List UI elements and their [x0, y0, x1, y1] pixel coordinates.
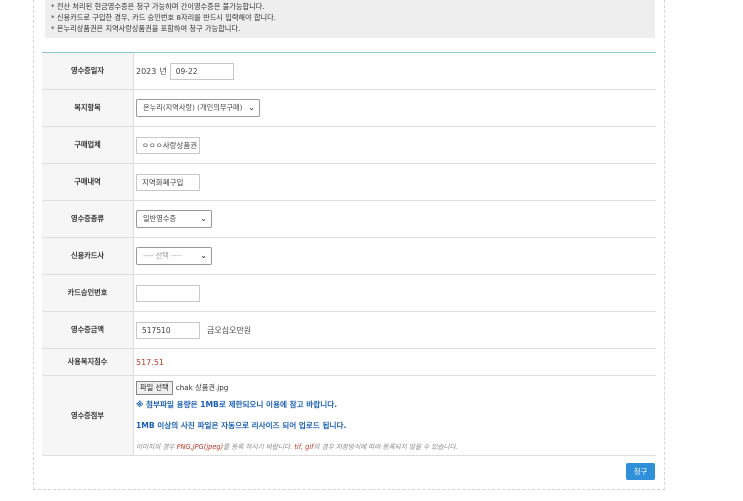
hint-tif-gif: tif, gif [294, 442, 314, 451]
label-vendor: 구매업체 [42, 127, 134, 163]
row-purchase-detail: 구매내역 지역화폐구입 [42, 164, 656, 201]
notice-box: * 전산 처리된 현금영수증은 청구 가능하며 간이영수증은 불가능합니다. *… [45, 0, 655, 38]
receipt-type-select[interactable]: 일반영수증 ⌄ [136, 210, 212, 228]
year-unit: 년 [159, 66, 167, 76]
notice-line: * 전산 처리된 현금영수증은 청구 가능하며 간이영수증은 불가능합니다. [51, 2, 265, 11]
hint-png-jpg: PNG,JPG(jpeg) [176, 442, 224, 451]
date-input[interactable]: 09-22 [169, 62, 234, 80]
row-card-company: 신용카드사 ---- 선택 ---- ⌄ [42, 238, 656, 275]
receipt-type-selected: 일반영수증 [143, 214, 177, 223]
attachment-note-size: ※ 첨부파일 용량은 1MB로 제한되오니 이용에 참고 바랍니다. [136, 399, 338, 409]
label-receipt-type: 영수증종류 [42, 201, 134, 237]
submit-claim-button[interactable]: 청구 [626, 463, 655, 480]
hint-mid: 를 등록 하시기 바랍니다. [223, 442, 293, 451]
chevron-down-icon: ⌄ [200, 214, 207, 223]
row-receipt-date: 영수증일자 2023 년 09-22 [42, 53, 656, 90]
row-welfare-item: 복지항목 온누리(지역사랑) (개인의무구매) ⌄ [42, 90, 656, 127]
file-select-button[interactable]: 파일 선택 [136, 380, 173, 395]
welfare-item-selected: 온누리(지역사랑) (개인의무구매) [143, 103, 243, 112]
notice-line: * 신용카드로 구입한 경우, 카드 승인번호 8자리를 반드시 입력해야 합니… [51, 13, 277, 22]
label-attachment: 영수증첨부 [42, 376, 134, 455]
file-name: chak 상품권.jpg [175, 382, 229, 392]
notice-line: * 온누리상품권은 지역사랑상품권을 포함하여 청구 가능합니다. [51, 24, 241, 33]
label-welfare-item: 복지항목 [42, 90, 134, 126]
chevron-down-icon: ⌄ [248, 103, 255, 112]
card-company-selected: ---- 선택 ---- [143, 251, 182, 260]
label-used-points: 사용복지점수 [42, 349, 134, 375]
row-card-approval: 카드승인번호 [42, 275, 656, 312]
attachment-format-hint: 이미지의 경우 PNG,JPG(jpeg)를 등록 하시기 바랍니다. tif,… [136, 441, 458, 451]
receipt-amount-input[interactable]: 517510 [136, 321, 200, 339]
row-receipt-amount: 영수증금액 517510 금오십오만원 [42, 312, 656, 349]
hint-prefix: 이미지의 경우 [136, 442, 175, 451]
row-vendor: 구매업체 ㅇㅇㅇ사랑상품권 [42, 127, 656, 164]
label-receipt-date: 영수증일자 [42, 53, 134, 89]
used-points-value: 517.51 [136, 357, 164, 367]
label-purchase-detail: 구매내역 [42, 164, 134, 200]
purchase-detail-input[interactable]: 지역화폐구입 [136, 173, 200, 191]
card-company-select[interactable]: ---- 선택 ---- ⌄ [136, 247, 212, 265]
row-receipt-type: 영수증종류 일반영수증 ⌄ [42, 201, 656, 238]
row-attachment: 영수증첨부 파일 선택 chak 상품권.jpg ※ 첨부파일 용량은 1MB로… [42, 376, 656, 456]
year-text: 2023 [136, 66, 157, 76]
label-card-approval: 카드승인번호 [42, 275, 134, 311]
welfare-item-select[interactable]: 온누리(지역사랑) (개인의무구매) ⌄ [136, 99, 260, 117]
chevron-down-icon: ⌄ [200, 251, 207, 260]
attachment-note-resize: 1MB 이상의 사진 파일은 자동으로 리사이즈 되어 업로드 됩니다. [136, 420, 347, 430]
amount-korean-text: 금오십오만원 [207, 325, 252, 335]
vendor-input[interactable]: ㅇㅇㅇ사랑상품권 [136, 136, 200, 154]
receipt-form: 영수증일자 2023 년 09-22 복지항목 온누리(지역사랑) (개인의무구… [42, 52, 656, 456]
label-receipt-amount: 영수증금액 [42, 312, 134, 348]
card-approval-input[interactable] [136, 284, 200, 302]
row-used-points: 사용복지점수 517.51 [42, 349, 656, 376]
label-card-company: 신용카드사 [42, 238, 134, 274]
hint-suffix: 의 경우 저장방식에 따라 등록되지 않을 수 있습니다. [313, 442, 458, 451]
